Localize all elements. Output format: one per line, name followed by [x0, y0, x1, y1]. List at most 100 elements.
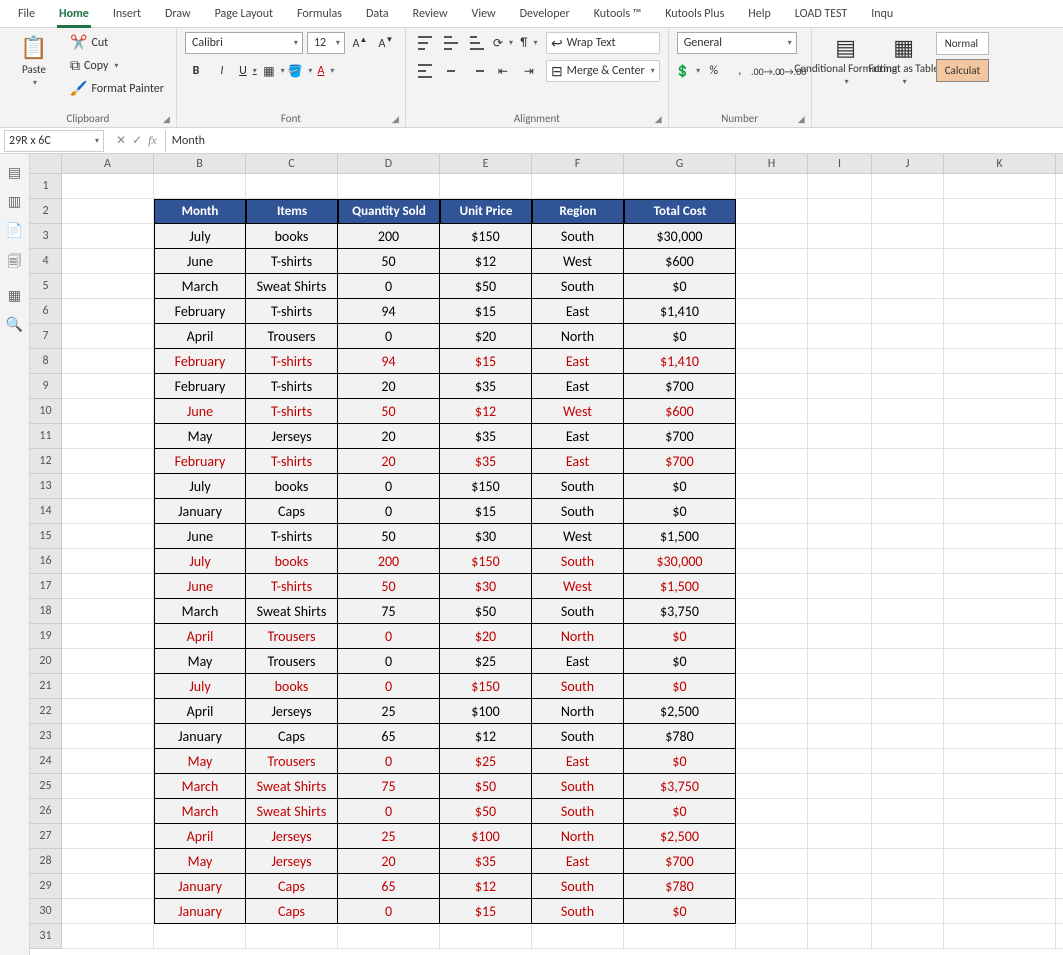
table-cell[interactable]: $0: [624, 474, 736, 499]
cell-J12[interactable]: [872, 449, 944, 474]
table-cell[interactable]: $50: [440, 599, 532, 624]
table-cell[interactable]: 0: [338, 274, 440, 299]
cell-J31[interactable]: [872, 924, 944, 949]
cell-I3[interactable]: [808, 224, 872, 249]
cell-K7[interactable]: [944, 324, 1056, 349]
cell-12[interactable]: [1056, 449, 1063, 474]
percent-button[interactable]: %: [703, 60, 725, 82]
cell-K12[interactable]: [944, 449, 1056, 474]
table-cell[interactable]: $700: [624, 374, 736, 399]
cell-A22[interactable]: [62, 699, 154, 724]
table-cell[interactable]: $20: [440, 624, 532, 649]
cell-20[interactable]: [1056, 649, 1063, 674]
table-cell[interactable]: 20: [338, 849, 440, 874]
tab-page-layout[interactable]: Page Layout: [203, 0, 285, 28]
cell-A6[interactable]: [62, 299, 154, 324]
cell-H11[interactable]: [736, 424, 808, 449]
cell-E31[interactable]: [440, 924, 532, 949]
tab-kutools-plus[interactable]: Kutools Plus: [653, 0, 736, 28]
font-size-select[interactable]: 12▾: [307, 32, 345, 54]
cell-I2[interactable]: [808, 199, 872, 224]
table-cell[interactable]: $0: [624, 799, 736, 824]
table-cell[interactable]: $0: [624, 499, 736, 524]
tab-view[interactable]: View: [460, 0, 508, 28]
table-cell[interactable]: $30,000: [624, 549, 736, 574]
cell-I10[interactable]: [808, 399, 872, 424]
cell-3[interactable]: [1056, 224, 1063, 249]
cell-G1[interactable]: [624, 174, 736, 199]
cut-button[interactable]: ✂️Cut: [66, 32, 168, 53]
table-cell[interactable]: $12: [440, 724, 532, 749]
cell-H22[interactable]: [736, 699, 808, 724]
table-cell[interactable]: books: [246, 549, 338, 574]
cell-15[interactable]: [1056, 524, 1063, 549]
name-box[interactable]: 29R x 6C▾: [4, 130, 104, 152]
cell-K31[interactable]: [944, 924, 1056, 949]
cell-H16[interactable]: [736, 549, 808, 574]
align-left-button[interactable]: [414, 60, 436, 82]
font-name-select[interactable]: Calibri▾: [185, 32, 303, 54]
fx-icon[interactable]: fx: [148, 133, 157, 148]
cell-K23[interactable]: [944, 724, 1056, 749]
tab-insert[interactable]: Insert: [101, 0, 153, 28]
table-cell[interactable]: East: [532, 349, 624, 374]
cell-H5[interactable]: [736, 274, 808, 299]
cell-26[interactable]: [1056, 799, 1063, 824]
cell-K11[interactable]: [944, 424, 1056, 449]
table-cell[interactable]: $150: [440, 224, 532, 249]
table-cell[interactable]: books: [246, 224, 338, 249]
cell-K8[interactable]: [944, 349, 1056, 374]
cell-A17[interactable]: [62, 574, 154, 599]
cell-J10[interactable]: [872, 399, 944, 424]
cell-A11[interactable]: [62, 424, 154, 449]
row-header-23[interactable]: 23: [30, 724, 62, 749]
cell-H7[interactable]: [736, 324, 808, 349]
dialog-launcher-icon[interactable]: ◢: [798, 114, 805, 125]
cell-K27[interactable]: [944, 824, 1056, 849]
cell-I31[interactable]: [808, 924, 872, 949]
row-header-27[interactable]: 27: [30, 824, 62, 849]
table-cell[interactable]: West: [532, 249, 624, 274]
row-header-2[interactable]: 2: [30, 199, 62, 224]
table-cell[interactable]: T-shirts: [246, 574, 338, 599]
table-cell[interactable]: $0: [624, 624, 736, 649]
table-cell[interactable]: February: [154, 449, 246, 474]
table-cell[interactable]: 75: [338, 599, 440, 624]
cell-J11[interactable]: [872, 424, 944, 449]
table-cell[interactable]: 20: [338, 449, 440, 474]
cell-16[interactable]: [1056, 549, 1063, 574]
row-header-13[interactable]: 13: [30, 474, 62, 499]
cell-J23[interactable]: [872, 724, 944, 749]
cell-A28[interactable]: [62, 849, 154, 874]
table-cell[interactable]: February: [154, 299, 246, 324]
table-cell[interactable]: $1,410: [624, 299, 736, 324]
table-cell[interactable]: $100: [440, 824, 532, 849]
cell-I13[interactable]: [808, 474, 872, 499]
table-cell[interactable]: March: [154, 799, 246, 824]
dialog-launcher-icon[interactable]: ◢: [655, 114, 662, 125]
cell-27[interactable]: [1056, 824, 1063, 849]
accounting-format-button[interactable]: 💲▾: [677, 60, 699, 82]
cell-H29[interactable]: [736, 874, 808, 899]
table-cell[interactable]: $700: [624, 424, 736, 449]
cell-J20[interactable]: [872, 649, 944, 674]
cell-A12[interactable]: [62, 449, 154, 474]
table-cell[interactable]: January: [154, 499, 246, 524]
cell-J24[interactable]: [872, 749, 944, 774]
table-cell[interactable]: $50: [440, 274, 532, 299]
cell-J29[interactable]: [872, 874, 944, 899]
cell-H27[interactable]: [736, 824, 808, 849]
table-cell[interactable]: $35: [440, 424, 532, 449]
cell-I11[interactable]: [808, 424, 872, 449]
table-cell[interactable]: $150: [440, 549, 532, 574]
table-cell[interactable]: $12: [440, 249, 532, 274]
cell-I12[interactable]: [808, 449, 872, 474]
tab-formulas[interactable]: Formulas: [285, 0, 354, 28]
cell-I15[interactable]: [808, 524, 872, 549]
cell-A1[interactable]: [62, 174, 154, 199]
cell-J28[interactable]: [872, 849, 944, 874]
row-header-12[interactable]: 12: [30, 449, 62, 474]
cell-E1[interactable]: [440, 174, 532, 199]
cell-13[interactable]: [1056, 474, 1063, 499]
cell-J19[interactable]: [872, 624, 944, 649]
